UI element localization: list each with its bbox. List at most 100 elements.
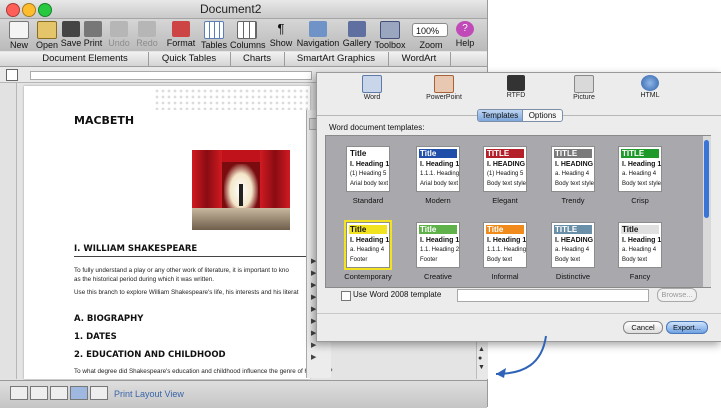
template-thumbnail[interactable]: TITLE I. HEADING 1 a. Heading 4 Body text s… <box>551 146 595 192</box>
tab-options[interactable]: Options <box>523 110 562 121</box>
printer-icon <box>84 21 102 37</box>
template-contemporary[interactable]: Title I. Heading 1 a. Heading 4 Footer Conte… <box>336 220 400 287</box>
template-creative[interactable]: Title I. Heading 1 1.1. Heading 2 Footer Cre… <box>406 222 470 287</box>
tab-document-elements[interactable]: Document Elements <box>22 52 149 66</box>
template-thumbnail[interactable]: Title I. Heading 1 1.1.1. Heading 3 Body te… <box>483 222 527 268</box>
template-crisp[interactable]: TITLE I. Heading 1 a. Heading 4 Body text s… <box>608 146 672 216</box>
format-powerpoint-button[interactable]: PowerPoint <box>419 75 469 101</box>
document-title: MACBETH <box>74 114 135 127</box>
format-rtfd-button[interactable]: RTFD <box>491 75 541 99</box>
outline-view-button[interactable] <box>30 386 48 400</box>
help-button[interactable]: ? Help <box>452 19 478 51</box>
template-sample-line: Footer <box>420 257 438 263</box>
publishing-view-button[interactable] <box>50 386 68 400</box>
template-sample-line: a. Heading 4 <box>555 247 590 253</box>
save-button[interactable]: Save <box>60 19 82 51</box>
open-button[interactable]: Open <box>34 19 60 51</box>
columns-button[interactable]: Columns <box>230 19 266 51</box>
navigation-button[interactable]: Navigation <box>296 19 340 51</box>
template-thumbnail[interactable]: Title I. Heading 1 a. Heading 4 Footer <box>344 220 392 270</box>
minimize-window-button[interactable] <box>22 3 36 17</box>
template-informal[interactable]: Title I. Heading 1 1.1.1. Heading 3 Body te… <box>473 222 537 287</box>
template-thumbnail[interactable]: TITLE I. HEADING 1 a. Heading 4 Body text <box>551 222 595 268</box>
redo-button[interactable]: Redo <box>134 19 160 51</box>
template-sample-line: TITLE <box>555 225 578 234</box>
zoom-select[interactable]: 100% <box>412 23 448 37</box>
template-thumbnail[interactable]: Title I. Heading 1 1.1. Heading 2 Footer <box>416 222 460 268</box>
template-modern[interactable]: Title I. Heading 1 1.1.1. Heading 3 Arial b… <box>406 146 470 216</box>
view-mode-label: Print Layout View <box>114 389 184 399</box>
template-sample-line: 1.1.1. Heading 3 <box>420 171 460 177</box>
zoom-window-button[interactable] <box>38 3 52 17</box>
template-sample-line: I. Heading 1 <box>622 161 662 168</box>
template-sample-line: Body text style <box>487 181 527 187</box>
gallery-button[interactable]: Gallery <box>340 19 374 51</box>
picture-icon <box>574 75 594 93</box>
tab-wordart[interactable]: WordArt <box>388 52 451 66</box>
tab-smartart-graphics[interactable]: SmartArt Graphics <box>284 52 389 66</box>
export-button[interactable]: Export... <box>666 321 708 334</box>
format-button[interactable]: Format <box>164 19 198 51</box>
template-sample-line: a. Heading 4 <box>555 171 590 177</box>
template-thumbnail[interactable]: TITLE I. Heading 1 a. Heading 4 Body text s… <box>618 146 662 192</box>
format-html-button[interactable]: HTML <box>625 75 675 99</box>
save-as-dialog: Word PowerPoint RTFD Picture HTML Templa… <box>316 72 721 342</box>
template-sample-line: Footer <box>350 257 368 263</box>
tab-templates[interactable]: Templates <box>478 110 523 121</box>
template-sample-line: I. HEADING 1 <box>487 161 527 168</box>
template-name-label: Creative <box>424 272 452 281</box>
tab-stop-selector-icon[interactable] <box>6 69 18 81</box>
cancel-button[interactable]: Cancel <box>623 321 663 334</box>
globe-icon <box>641 75 659 91</box>
document-page[interactable]: MACBETH I. WILLIAM SHAKESPEARE To fully … <box>24 86 333 379</box>
template-sample-line: Title <box>350 149 367 158</box>
template-sample-line: a. Heading 4 <box>622 247 657 253</box>
template-standard[interactable]: Title I. Heading 1 (1) Heading 5 Arial body… <box>336 146 400 216</box>
help-icon: ? <box>456 21 474 37</box>
template-sample-line: I. HEADING 1 <box>555 161 595 168</box>
template-name-label: Crisp <box>631 196 649 205</box>
vertical-ruler[interactable] <box>0 83 17 379</box>
template-thumbnail[interactable]: Title I. Heading 1 (1) Heading 5 Arial body… <box>346 146 390 192</box>
format-word-button[interactable]: Word <box>347 75 397 101</box>
template-thumbnail[interactable]: Title I. Heading 1 a. Heading 4 Body text <box>618 222 662 268</box>
gallery-scrollbar[interactable] <box>703 135 711 288</box>
template-thumbnail[interactable]: Title I. Heading 1 1.1.1. Heading 3 Arial b… <box>416 146 460 192</box>
template-gallery: Title I. Heading 1 (1) Heading 5 Arial body… <box>325 135 705 288</box>
paragraph-line: Use this branch to explore William Shake… <box>74 289 299 296</box>
format-picture-button[interactable]: Picture <box>559 75 609 101</box>
template-fancy[interactable]: Title I. Heading 1 a. Heading 4 Body text Fa… <box>608 222 672 287</box>
template-sample-line: I. Heading 1 <box>350 161 390 168</box>
use-word-2008-template-checkbox[interactable] <box>341 291 351 301</box>
draft-view-button[interactable] <box>10 386 28 400</box>
format-icon <box>172 21 190 37</box>
show-button[interactable]: ¶ Show <box>268 19 294 51</box>
pilcrow-icon: ¶ <box>277 21 285 36</box>
tab-quick-tables[interactable]: Quick Tables <box>148 52 231 66</box>
tab-charts[interactable]: Charts <box>230 52 285 66</box>
undo-button[interactable]: Undo <box>106 19 132 51</box>
template-elegant[interactable]: TITLE I. HEADING 1 (1) Heading 5 Body text … <box>473 146 537 216</box>
heading-dates: 1. DATES <box>74 332 117 342</box>
toolbox-button[interactable]: Toolbox <box>374 19 406 51</box>
divider <box>317 313 721 314</box>
template-path-field[interactable] <box>457 289 649 302</box>
print-layout-view-button[interactable] <box>70 386 88 400</box>
close-window-button[interactable] <box>6 3 20 17</box>
template-name-label: Elegant <box>492 196 518 205</box>
tables-button[interactable]: Tables <box>200 19 228 51</box>
templates-options-segmented-control: Templates Options <box>477 109 563 122</box>
browse-button[interactable]: Browse... <box>657 288 697 302</box>
redo-icon <box>138 21 156 37</box>
template-trendy[interactable]: TITLE I. HEADING 1 a. Heading 4 Body text s… <box>541 146 605 216</box>
heading-underline <box>74 256 310 257</box>
print-button[interactable]: Print <box>82 19 104 51</box>
title-bar: Document2 <box>0 0 487 19</box>
template-sample-line: Title <box>487 225 504 234</box>
new-button[interactable]: New <box>4 19 34 51</box>
gallery-icon <box>348 21 366 37</box>
gallery-scroll-thumb[interactable] <box>704 140 709 218</box>
template-distinctive[interactable]: TITLE I. HEADING 1 a. Heading 4 Body text Di… <box>541 222 605 287</box>
template-thumbnail[interactable]: TITLE I. HEADING 1 (1) Heading 5 Body text … <box>483 146 527 192</box>
notebook-view-button[interactable] <box>90 386 108 400</box>
